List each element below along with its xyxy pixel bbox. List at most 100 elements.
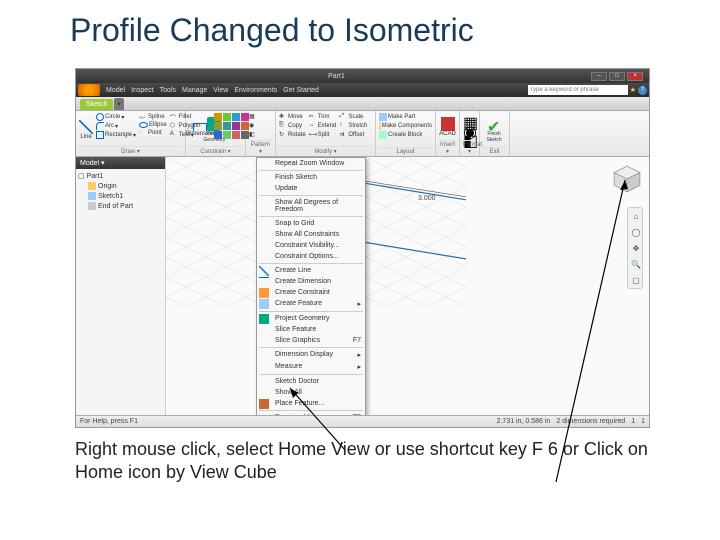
maximize-button[interactable]: □	[609, 72, 625, 81]
arc-button[interactable]: Arc▾	[96, 122, 136, 130]
ctx-consopt[interactable]: Constraint Options...	[257, 251, 365, 262]
group-modify: Modify ▾	[279, 146, 372, 156]
split-button[interactable]: ⟷Split	[309, 131, 337, 139]
constrain-icon[interactable]	[214, 122, 222, 130]
ctx-snap[interactable]: Snap to Grid	[257, 218, 365, 229]
rotate-button[interactable]: ↻Rotate	[279, 131, 306, 139]
orbit-icon[interactable]: ◯	[628, 224, 644, 240]
ctx-project-geometry[interactable]: Project Geometry	[257, 313, 365, 324]
constrain-icon[interactable]	[232, 113, 240, 121]
status-help: For Help, press F1	[80, 418, 138, 425]
canvas[interactable]: 1.000 3.000 ⌂ ◯ ✥ 🔍 ▢ Repeat Zoom Window	[166, 157, 649, 415]
slide-caption: Right mouse click, select Home View or u…	[75, 438, 655, 483]
constrain-icon[interactable]	[223, 131, 231, 139]
menu-view[interactable]: View	[213, 87, 228, 94]
group-layout: Layout	[379, 147, 432, 156]
move-button[interactable]: ✥Move	[279, 113, 306, 121]
ctx-finish-sketch[interactable]: Finish Sketch	[257, 172, 365, 183]
dimension-button[interactable]: Dimension	[189, 113, 211, 146]
menu-tools[interactable]: Tools	[160, 87, 176, 94]
insert-acad-button[interactable]: ACAD	[439, 113, 456, 140]
make-components-button[interactable]: Make Components	[379, 122, 432, 130]
tree-origin[interactable]: Origin	[78, 181, 163, 191]
menu-environments[interactable]: Environments	[234, 87, 277, 94]
ctx-create-dimension[interactable]: Create Dimension	[257, 276, 365, 287]
trim-button[interactable]: ✂Trim	[309, 113, 337, 121]
tab-sketch[interactable]: Sketch	[80, 99, 113, 110]
format-icon[interactable]: ◉	[463, 122, 471, 130]
rectangle-button[interactable]: Rectangle▾	[96, 131, 136, 139]
menu-manage[interactable]: Manage	[182, 87, 207, 94]
dimension-width[interactable]: 3.000	[418, 195, 436, 202]
ctx-show-all[interactable]: Show All	[257, 387, 365, 398]
ctx-dim-display[interactable]: Dimension Display▸	[257, 349, 365, 361]
point-button[interactable]: ·Point	[139, 129, 167, 137]
ctx-allcons[interactable]: Show All Constraints	[257, 229, 365, 240]
group-exit: Exit	[483, 147, 506, 156]
model-header[interactable]: Model ▾	[76, 157, 165, 169]
app-menu-button[interactable]	[78, 84, 100, 96]
minimize-button[interactable]: –	[591, 72, 607, 81]
ctx-create-constraint[interactable]: Create Constraint	[257, 287, 365, 298]
ctx-slice-feature[interactable]: Slice Feature	[257, 324, 365, 335]
statusbar: For Help, press F1 2.731 in, 0.586 in 2 …	[76, 415, 649, 427]
ctx-dof[interactable]: Show All Degrees of Freedom	[257, 197, 365, 215]
create-block-button[interactable]: Create Block	[379, 131, 432, 139]
search-input[interactable]	[528, 85, 628, 95]
constrain-icon[interactable]	[223, 122, 231, 130]
menu-model[interactable]: Model	[106, 87, 125, 94]
ctx-create-line[interactable]: Create Line	[257, 265, 365, 276]
tree-eop[interactable]: End of Part	[78, 201, 163, 211]
ribbon: Line Circle▾ Arc▾ Rectangle▾ 〰Spline Ell…	[76, 111, 649, 157]
pattern-rect-button[interactable]: ▦	[249, 113, 272, 121]
ctx-place-feature[interactable]: Place Feature...	[257, 398, 365, 409]
status-num1: 1	[631, 418, 635, 425]
menu-inspect[interactable]: Inspect	[131, 87, 154, 94]
ctx-update[interactable]: Update	[257, 183, 365, 194]
format-icon[interactable]: ▦	[463, 113, 471, 121]
menu-get-started[interactable]: Get Started	[283, 87, 319, 94]
pattern-circ-button[interactable]: ◉	[249, 122, 272, 130]
help-icon[interactable]: ?	[638, 86, 647, 95]
stretch-button[interactable]: ↕Stretch	[339, 122, 367, 130]
group-constrain: Constrain ▾	[189, 146, 242, 156]
extend-button[interactable]: ↔Extend	[309, 122, 337, 130]
group-format: Format ▾	[463, 140, 476, 156]
model-panel: Model ▾ ▢Part1 Origin Sketch1 End of Par…	[76, 157, 166, 415]
context-menu: Repeat Zoom Window Finish Sketch Update …	[256, 157, 366, 415]
lookat-icon[interactable]: ▢	[628, 272, 644, 288]
line-button[interactable]: Line	[79, 113, 93, 146]
copy-button[interactable]: ⎘Copy	[279, 122, 306, 130]
ctx-measure[interactable]: Measure▸	[257, 361, 365, 373]
tree-sketch[interactable]: Sketch1	[78, 191, 163, 201]
constrain-icon[interactable]	[232, 122, 240, 130]
constrain-icon[interactable]	[214, 113, 222, 121]
tree-root[interactable]: ▢Part1	[78, 171, 163, 181]
tab-extra[interactable]: ▾	[114, 98, 124, 110]
ellipse-button[interactable]: Ellipse	[139, 122, 167, 128]
zoom-icon[interactable]: 🔍	[628, 256, 644, 272]
make-part-button[interactable]: Make Part	[379, 113, 432, 121]
format-icon[interactable]: ◧	[463, 131, 471, 139]
ctx-consvis[interactable]: Constraint Visibility...	[257, 240, 365, 251]
status-selection: 2 dimensions required	[556, 418, 625, 425]
ctx-repeat[interactable]: Repeat Zoom Window	[257, 158, 365, 169]
constrain-icon[interactable]	[214, 131, 222, 139]
ctx-create-feature[interactable]: Create Feature▸	[257, 298, 365, 310]
close-button[interactable]: ×	[627, 72, 643, 81]
pan-icon[interactable]: ✥	[628, 240, 644, 256]
navigation-bar: ⌂ ◯ ✥ 🔍 ▢	[627, 207, 643, 289]
ctx-sketch-doctor[interactable]: Sketch Doctor	[257, 376, 365, 387]
mirror-button[interactable]: ◧	[249, 131, 272, 139]
offset-button[interactable]: ⇉Offset	[339, 131, 367, 139]
circle-button[interactable]: Circle▾	[96, 113, 136, 121]
view-cube[interactable]	[611, 163, 643, 195]
scale-button[interactable]: ⤢Scale	[339, 113, 367, 121]
finish-sketch-button[interactable]: ✔Finish Sketch	[483, 113, 505, 147]
spline-button[interactable]: 〰Spline	[139, 113, 167, 121]
home-icon[interactable]: ⌂	[628, 208, 644, 224]
ctx-slice-graphics[interactable]: Slice GraphicsF7	[257, 335, 365, 346]
constrain-icon[interactable]	[232, 131, 240, 139]
favorite-icon[interactable]: ★	[630, 86, 636, 94]
constrain-icon[interactable]	[223, 113, 231, 121]
